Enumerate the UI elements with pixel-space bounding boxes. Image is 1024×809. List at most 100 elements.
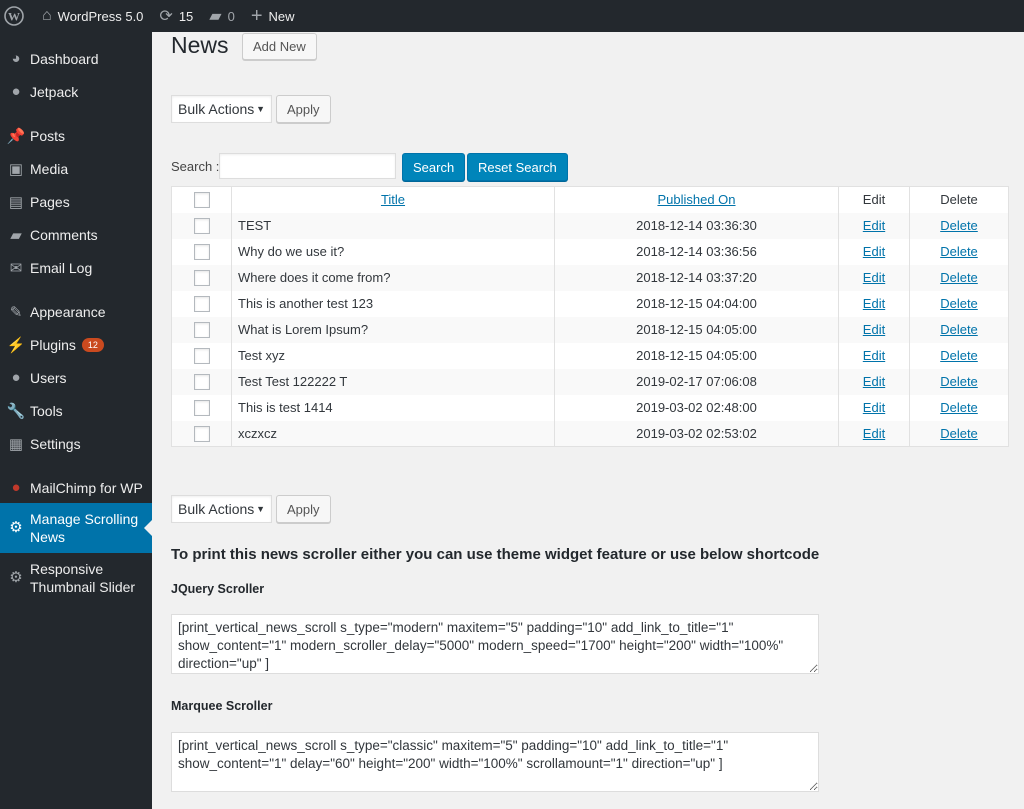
delete-link[interactable]: Delete (940, 400, 978, 415)
bulk-actions-select-bottom[interactable]: Bulk Actions ▼ (171, 495, 272, 523)
sidebar-item-email-log[interactable]: ✉ Email Log (0, 251, 152, 284)
shortcode-heading: To print this news scroller either you c… (171, 546, 820, 563)
row-checkbox[interactable] (193, 321, 210, 338)
edit-link[interactable]: Edit (863, 426, 885, 441)
published-date: 2018-12-15 04:05:00 (554, 316, 839, 343)
add-new-button[interactable]: Add New (242, 33, 317, 60)
sort-published-link[interactable]: Published On (657, 192, 735, 207)
sidebar-item-label: Manage Scrolling News (30, 511, 139, 545)
delete-link[interactable]: Delete (940, 348, 978, 363)
sidebar-item-label: Jetpack (30, 83, 79, 100)
published-date: 2018-12-15 04:04:00 (554, 290, 839, 317)
sidebar-item-tools[interactable]: 🔧 Tools (0, 394, 152, 427)
sidebar-item-jetpack[interactable]: ● Jetpack (0, 75, 152, 108)
delete-link[interactable]: Delete (940, 270, 978, 285)
table-row: xczxcz 2019-03-02 02:53:02 Edit Delete (171, 420, 1009, 447)
sidebar-item-dashboard[interactable]: ◕ Dashboard (0, 42, 152, 75)
comment-icon: ▰ (209, 8, 222, 25)
row-checkbox[interactable] (193, 243, 210, 260)
sidebar-item-label: Settings (30, 435, 81, 452)
updates-link[interactable]: ⟳ 15 (151, 0, 201, 32)
edit-link[interactable]: Edit (863, 322, 885, 337)
news-title: TEST (231, 212, 555, 239)
apply-button[interactable]: Apply (276, 95, 331, 123)
site-name-link[interactable]: ⌂ WordPress 5.0 (34, 0, 151, 32)
edit-link[interactable]: Edit (863, 374, 885, 389)
sort-title-link[interactable]: Title (381, 192, 405, 207)
search-input[interactable] (219, 153, 396, 179)
sidebar-item-settings[interactable]: ▦ Settings (0, 427, 152, 460)
delete-link[interactable]: Delete (940, 322, 978, 337)
edit-link[interactable]: Edit (863, 270, 885, 285)
user-icon: ● (11, 369, 21, 386)
published-date: 2019-02-17 07:06:08 (554, 368, 839, 395)
sidebar-item-label: Email Log (30, 259, 93, 276)
table-row: TEST 2018-12-14 03:36:30 Edit Delete (171, 212, 1009, 239)
sidebar-item-users[interactable]: ● Users (0, 361, 152, 394)
sidebar-item-comments[interactable]: ▰ Comments (0, 218, 152, 251)
reset-search-button[interactable]: Reset Search (467, 153, 568, 181)
edit-link[interactable]: Edit (863, 400, 885, 415)
sidebar-item-label: Comments (30, 226, 98, 243)
delete-link[interactable]: Delete (940, 426, 978, 441)
wordpress-logo-icon[interactable]: W (0, 0, 34, 32)
published-date: 2018-12-14 03:36:56 (554, 238, 839, 265)
jquery-scroller-label: JQuery Scroller (171, 582, 265, 596)
published-date: 2018-12-14 03:36:30 (554, 212, 839, 239)
delete-link[interactable]: Delete (940, 244, 978, 259)
search-button[interactable]: Search (402, 153, 466, 181)
table-row: Test Test 122222 T 2019-02-17 07:06:08 E… (171, 368, 1009, 395)
sidebar-item-pages[interactable]: ▤ Pages (0, 185, 152, 218)
edit-header: Edit (838, 186, 910, 213)
svg-text:W: W (8, 10, 20, 24)
news-title: Where does it come from? (231, 264, 555, 291)
comments-link[interactable]: ▰ 0 (201, 0, 243, 32)
delete-link[interactable]: Delete (940, 218, 978, 233)
row-checkbox[interactable] (193, 347, 210, 364)
edit-link[interactable]: Edit (863, 244, 885, 259)
marquee-shortcode-textarea[interactable]: [print_vertical_news_scroll s_type="clas… (171, 732, 819, 792)
wrench-icon: 🔧 (6, 402, 26, 420)
published-date: 2018-12-15 04:05:00 (554, 342, 839, 369)
plus-icon: + (250, 4, 263, 27)
plugins-count-badge: 12 (81, 337, 104, 352)
delete-link[interactable]: Delete (940, 374, 978, 389)
settings-icon: ▦ (8, 435, 24, 453)
sidebar-item-responsive-thumbnail-slider[interactable]: ⚙ Responsive Thumbnail Slider (0, 553, 152, 603)
table-row: What is Lorem Ipsum? 2018-12-15 04:05:00… (171, 316, 1009, 343)
brush-icon: ✎ (9, 303, 23, 321)
sidebar-item-plugins[interactable]: ⚡ Plugins 12 (0, 328, 152, 361)
row-checkbox[interactable] (193, 269, 210, 286)
delete-link[interactable]: Delete (940, 296, 978, 311)
row-checkbox[interactable] (193, 373, 210, 390)
search-label: Search : (171, 159, 220, 174)
row-checkbox[interactable] (193, 425, 210, 442)
sidebar-item-posts[interactable]: 📌 Posts (0, 119, 152, 152)
new-content-link[interactable]: + New (243, 0, 303, 32)
edit-link[interactable]: Edit (863, 348, 885, 363)
row-checkbox[interactable] (193, 399, 210, 416)
comment-icon: ▰ (10, 226, 22, 244)
table-row: Why do we use it? 2018-12-14 03:36:56 Ed… (171, 238, 1009, 265)
news-table: Title Published On Edit Delete TEST 2018… (171, 186, 1009, 447)
apply-button-bottom[interactable]: Apply (276, 495, 331, 523)
sidebar-item-appearance[interactable]: ✎ Appearance (0, 295, 152, 328)
sidebar-item-manage-scrolling-news[interactable]: ⚙ Manage Scrolling News (0, 503, 152, 553)
bulk-actions-select[interactable]: Bulk Actions ▼ (171, 95, 272, 123)
select-all-checkbox[interactable] (193, 192, 210, 209)
row-checkbox[interactable] (193, 295, 210, 312)
jquery-shortcode-textarea[interactable]: [print_vertical_news_scroll s_type="mode… (171, 614, 819, 674)
dashboard-icon: ◕ (11, 50, 21, 67)
edit-link[interactable]: Edit (863, 218, 885, 233)
sidebar-item-mailchimp-for-wp[interactable]: ● MailChimp for WP (0, 471, 152, 504)
published-date: 2019-03-02 02:53:02 (554, 420, 839, 447)
sidebar-item-media[interactable]: ▣ Media (0, 152, 152, 185)
table-row: Where does it come from? 2018-12-14 03:3… (171, 264, 1009, 291)
sidebar-item-label: Plugins (30, 336, 76, 353)
delete-header: Delete (909, 186, 1009, 213)
published-date: 2018-12-14 03:37:20 (554, 264, 839, 291)
news-title: What is Lorem Ipsum? (231, 316, 555, 343)
row-checkbox[interactable] (193, 217, 210, 234)
dropdown-arrow-icon: ▼ (256, 504, 265, 514)
edit-link[interactable]: Edit (863, 296, 885, 311)
